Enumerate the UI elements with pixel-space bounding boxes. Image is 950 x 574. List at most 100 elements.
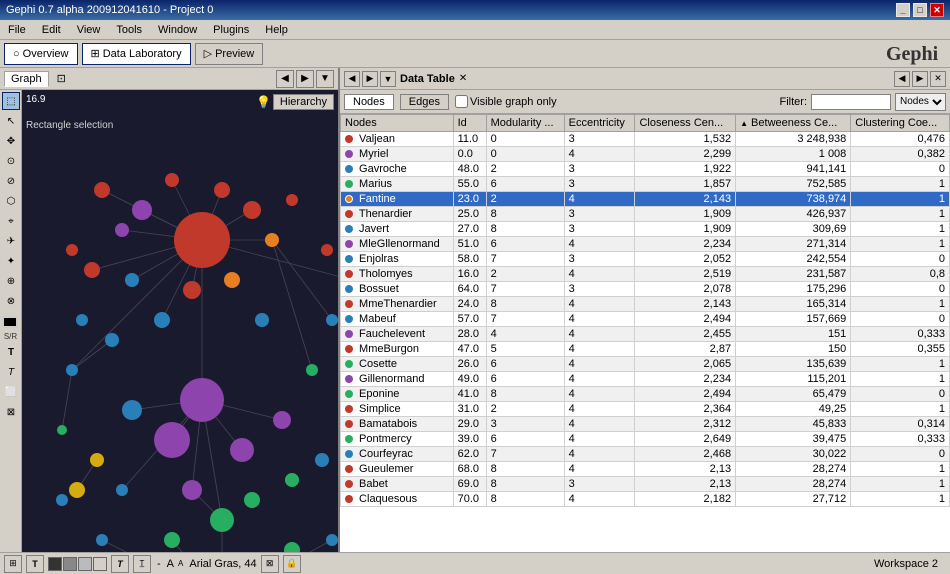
- panel-nav-right[interactable]: ▶: [362, 71, 378, 87]
- table-row[interactable]: Cosette 26.0 6 4 2,065 135,639 1: [341, 357, 950, 372]
- cell-eccentricity: 3: [564, 132, 635, 147]
- filter-input[interactable]: [811, 94, 891, 110]
- cell-betweeness: 28,274: [736, 477, 851, 492]
- table-row[interactable]: Fantine 23.0 2 4 2,143 738,974 1: [341, 192, 950, 207]
- nav-right-button[interactable]: ▶: [296, 70, 314, 88]
- col-header-modularity[interactable]: Modularity ...: [486, 115, 564, 132]
- visible-graph-checkbox-label[interactable]: Visible graph only: [455, 95, 557, 108]
- menu-plugins[interactable]: Plugins: [209, 23, 253, 37]
- panel-nav-left[interactable]: ◀: [344, 71, 360, 87]
- right-panel-resize[interactable]: ◀: [894, 71, 910, 87]
- data-laboratory-button[interactable]: ⊞ Data Laboratory: [82, 43, 191, 65]
- col-header-nodes[interactable]: Nodes: [341, 115, 454, 132]
- col-header-clustering[interactable]: Clustering Coe...: [851, 115, 950, 132]
- visible-graph-checkbox[interactable]: [455, 95, 468, 108]
- table-row[interactable]: Claquesous 70.0 8 4 2,182 27,712 1: [341, 492, 950, 507]
- panel-nav-menu[interactable]: ▼: [380, 71, 396, 87]
- menu-help[interactable]: Help: [261, 23, 292, 37]
- table-row[interactable]: Babet 69.0 8 3 2,13 28,274 1: [341, 477, 950, 492]
- swatch-white[interactable]: [93, 557, 107, 571]
- node-tool[interactable]: ✦: [2, 252, 20, 270]
- table-row[interactable]: Myriel 0.0 0 4 2,299 1 008 0,382: [341, 147, 950, 162]
- pointer-tool[interactable]: ↖: [2, 112, 20, 130]
- table-row[interactable]: Courfeyrac 62.0 7 4 2,468 30,022 0: [341, 447, 950, 462]
- cell-betweeness: 28,274: [736, 462, 851, 477]
- table-row[interactable]: MmeBurgon 47.0 5 4 2,87 150 0,355: [341, 342, 950, 357]
- table-row[interactable]: Gavroche 48.0 2 3 1,922 941,141 0: [341, 162, 950, 177]
- swatch-mid[interactable]: [63, 557, 77, 571]
- table-row[interactable]: Fauchelevent 28.0 4 4 2,455 151 0,333: [341, 327, 950, 342]
- swatch-dark[interactable]: [48, 557, 62, 571]
- table-row[interactable]: MleGllenormand 51.0 6 4 2,234 271,314 1: [341, 237, 950, 252]
- graph-tab[interactable]: Graph: [4, 71, 49, 87]
- lasso-tool[interactable]: ⊙: [2, 152, 20, 170]
- data-table-close[interactable]: ✕: [459, 73, 467, 84]
- nav-left-button[interactable]: ◀: [276, 70, 294, 88]
- swatch-light[interactable]: [78, 557, 92, 571]
- paint-tool[interactable]: ⊘: [2, 172, 20, 190]
- status-btn-label-t2[interactable]: T̲: [133, 555, 151, 573]
- table-row[interactable]: Simplice 31.0 2 4 2,364 49,25 1: [341, 402, 950, 417]
- text-label-tool[interactable]: T: [2, 363, 20, 381]
- menu-tools[interactable]: Tools: [112, 23, 146, 37]
- status-btn-label-t[interactable]: T: [111, 555, 129, 573]
- cell-node-name: Myriel: [341, 147, 454, 162]
- status-btn-1[interactable]: ⊞: [4, 555, 22, 573]
- table-row[interactable]: Enjolras 58.0 7 3 2,052 242,554 0: [341, 252, 950, 267]
- nodes-tab[interactable]: Nodes: [344, 94, 394, 110]
- preview-button[interactable]: ▷ Preview: [195, 43, 264, 65]
- selection-tool[interactable]: ⬚: [2, 92, 20, 110]
- node-valjean: [174, 212, 230, 268]
- capture-tool[interactable]: ⬜: [2, 383, 20, 401]
- nav-menu-button[interactable]: ▼: [316, 70, 334, 88]
- right-panel-close[interactable]: ✕: [930, 71, 946, 87]
- layout-tool[interactable]: ⊗: [2, 292, 20, 310]
- table-row[interactable]: Pontmercy 39.0 6 4 2,649 39,475 0,333: [341, 432, 950, 447]
- table-toolbar: Nodes Edges Visible graph only Filter: N…: [340, 90, 950, 114]
- col-header-id[interactable]: Id: [453, 115, 486, 132]
- table-row[interactable]: MmeThenardier 24.0 8 4 2,143 165,314 1: [341, 297, 950, 312]
- text-tool[interactable]: T: [2, 343, 20, 361]
- table-row[interactable]: Bamatabois 29.0 3 4 2,312 45,833 0,314: [341, 417, 950, 432]
- status-btn-box[interactable]: ⊠: [261, 555, 279, 573]
- status-btn-text[interactable]: T: [26, 555, 44, 573]
- table-row[interactable]: Tholomyes 16.0 2 4 2,519 231,587 0,8: [341, 267, 950, 282]
- status-btn-lock[interactable]: 🔒: [283, 555, 301, 573]
- cell-node-name: MleGllenormand: [341, 237, 454, 252]
- cell-id: 47.0: [453, 342, 486, 357]
- table-row[interactable]: Mabeuf 57.0 7 4 2,494 157,669 0: [341, 312, 950, 327]
- table-row[interactable]: Valjean 11.0 0 3 1,532 3 248,938 0,476: [341, 132, 950, 147]
- col-header-eccentricity[interactable]: Eccentricity: [564, 115, 635, 132]
- close-button[interactable]: ✕: [930, 3, 944, 17]
- table-row[interactable]: Gillenormand 49.0 6 4 2,234 115,201 1: [341, 372, 950, 387]
- right-panel-float[interactable]: ▶: [912, 71, 928, 87]
- menu-file[interactable]: File: [4, 23, 30, 37]
- table-row[interactable]: Gueulemer 68.0 8 4 2,13 28,274 1: [341, 462, 950, 477]
- drag-tool[interactable]: ✥: [2, 132, 20, 150]
- info-tool[interactable]: ⊠: [2, 403, 20, 421]
- table-row[interactable]: Javert 27.0 8 3 1,909 309,69 1: [341, 222, 950, 237]
- menu-window[interactable]: Window: [154, 23, 201, 37]
- col-header-betweeness[interactable]: ▲ Betweeness Ce...: [736, 115, 851, 132]
- maximize-button[interactable]: □: [913, 3, 927, 17]
- overview-button[interactable]: ○ Overview: [4, 43, 78, 65]
- data-table-container[interactable]: Nodes Id Modularity ... Eccentricity Clo…: [340, 114, 950, 552]
- path-tool[interactable]: ⬡: [2, 192, 20, 210]
- table-row[interactable]: Marius 55.0 6 3 1,857 752,585 1: [341, 177, 950, 192]
- menu-view[interactable]: View: [73, 23, 105, 37]
- cell-node-name: Simplice: [341, 402, 454, 417]
- hierarchy-button[interactable]: Hierarchy: [273, 94, 334, 110]
- table-row[interactable]: Eponine 41.0 8 4 2,494 65,479 0: [341, 387, 950, 402]
- table-row[interactable]: Thenardier 25.0 8 3 1,909 426,937 1: [341, 207, 950, 222]
- menu-edit[interactable]: Edit: [38, 23, 65, 37]
- minimize-button[interactable]: _: [896, 3, 910, 17]
- edge-tool[interactable]: ⊕: [2, 272, 20, 290]
- magnify-tool[interactable]: ✈: [2, 232, 20, 250]
- edges-tab[interactable]: Edges: [400, 94, 449, 110]
- filter-select[interactable]: Nodes: [895, 93, 946, 111]
- cell-eccentricity: 4: [564, 402, 635, 417]
- zoom-tool[interactable]: ⌖: [2, 212, 20, 230]
- table-row[interactable]: Bossuet 64.0 7 3 2,078 175,296 0: [341, 282, 950, 297]
- color-tool[interactable]: [2, 316, 18, 328]
- col-header-closeness[interactable]: Closeness Cen...: [635, 115, 736, 132]
